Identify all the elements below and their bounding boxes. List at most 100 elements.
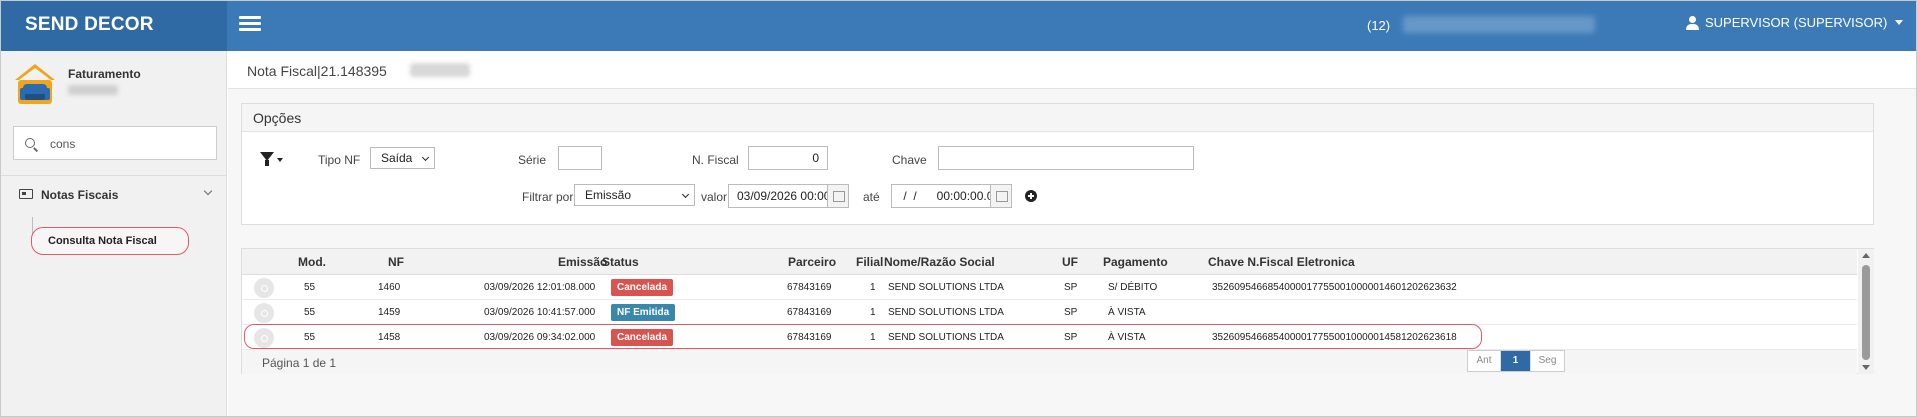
caret-down-icon[interactable]: [277, 158, 283, 162]
app-window: SEND DECOR (12) SUPERVISOR (SUPERVISOR) …: [0, 0, 1917, 417]
cell-nf: 1460: [378, 282, 401, 293]
col-header-nome[interactable]: Nome/Razão Social: [884, 255, 995, 269]
sidebar-item-consulta-nota-fiscal[interactable]: Consulta Nota Fiscal: [31, 227, 189, 255]
cell-uf: SP: [1064, 307, 1078, 318]
cell-pagamento: À VISTA: [1108, 307, 1146, 318]
id-card-icon: [19, 189, 33, 199]
cell-mod: 55: [304, 307, 316, 318]
filtrar-por-label: Filtrar por: [522, 190, 574, 204]
cell-mod: 55: [304, 332, 316, 343]
calendar-icon[interactable]: [990, 184, 1012, 208]
brand-logo[interactable]: SEND DECOR: [1, 1, 227, 51]
cell-parceiro: 67843169: [787, 282, 832, 293]
cell-parceiro: 67843169: [787, 332, 832, 343]
cell-nome: SEND SOLUTIONS LTDA: [888, 307, 1004, 318]
hamburger-menu-icon[interactable]: [239, 16, 261, 32]
tipo-nf-select[interactable]: Saída: [370, 147, 435, 169]
cell-emissao: 03/09/2026 10:41:57.000: [484, 307, 596, 318]
cell-uf: SP: [1064, 332, 1078, 343]
status-badge: NF Emitida: [611, 304, 676, 321]
main-content: Nota Fiscal|21.148395 Opções Tipo NF Saí…: [228, 51, 1916, 416]
sidebar: Faturamento Notas Fiscais Consulta Nota …: [1, 51, 227, 416]
menu-search-input[interactable]: [50, 135, 210, 153]
cell-pagamento: S/ DÉBITO: [1108, 282, 1158, 293]
tipo-nf-label: Tipo NF: [318, 153, 361, 167]
sidebar-group-label: Notas Fiscais: [41, 188, 119, 202]
pagination: Ant 1 Seg: [1467, 350, 1565, 372]
scroll-up-icon[interactable]: [1862, 253, 1870, 258]
grid-footer: Página 1 de 1: [242, 350, 1857, 374]
valor-date-input[interactable]: 03/09/2026 00:00:00: [728, 184, 828, 208]
breadcrumb-bar: Nota Fiscal|21.148395: [228, 51, 1916, 89]
page-indicator: Página 1 de 1: [262, 356, 337, 370]
chevron-down-icon: [421, 153, 430, 162]
col-header-emissao[interactable]: Emissão: [558, 255, 607, 269]
view-icon[interactable]: [254, 278, 274, 298]
ate-date-input[interactable]: / / 00:00:00.000: [891, 184, 991, 208]
col-header-parceiro[interactable]: Parceiro: [788, 255, 836, 269]
table-row[interactable]: 55 1458 03/09/2026 09:34:02.000 Cancelad…: [242, 325, 1857, 350]
pager-page-button[interactable]: 1: [1501, 351, 1531, 371]
top-bar: SEND DECOR (12) SUPERVISOR (SUPERVISOR): [1, 1, 1916, 51]
scroll-down-icon[interactable]: [1862, 365, 1870, 370]
options-header: Opções: [242, 104, 1873, 132]
cell-parceiro: 67843169: [787, 307, 832, 318]
sidebar-group-notas-fiscais[interactable]: Notas Fiscais: [1, 176, 227, 209]
filtrar-por-select[interactable]: Emissão: [574, 184, 695, 206]
user-menu[interactable]: SUPERVISOR (SUPERVISOR): [1685, 15, 1904, 30]
col-header-chave[interactable]: Chave N.Fiscal Eletronica: [1208, 255, 1355, 269]
nfiscal-input[interactable]: 0: [748, 146, 828, 170]
status-badge: Cancelada: [611, 279, 674, 296]
breadcrumb-redacted: [410, 63, 470, 77]
caret-down-icon: [1895, 20, 1904, 25]
options-panel: Opções Tipo NF Saída Série N. Fiscal 0 C…: [241, 103, 1874, 225]
vertical-scrollbar[interactable]: [1858, 249, 1874, 374]
sidebar-item-label: Consulta Nota Fiscal: [48, 235, 157, 247]
col-header-uf[interactable]: UF: [1062, 255, 1078, 269]
col-header-nf[interactable]: NF: [388, 255, 404, 269]
cell-filial: 1: [870, 282, 876, 293]
cell-nf: 1459: [378, 307, 401, 318]
calendar-icon[interactable]: [827, 184, 849, 208]
view-icon[interactable]: [254, 328, 274, 348]
col-header-status[interactable]: Status: [602, 255, 639, 269]
table-row[interactable]: 55 1460 03/09/2026 12:01:08.000 Cancelad…: [242, 275, 1857, 300]
chave-input[interactable]: [938, 146, 1194, 170]
pager-prev-button[interactable]: Ant: [1468, 351, 1501, 371]
user-label: SUPERVISOR (SUPERVISOR): [1705, 15, 1888, 30]
nfiscal-label: N. Fiscal: [692, 153, 739, 167]
options-title: Opções: [253, 110, 302, 126]
search-icon: [25, 138, 35, 148]
scroll-thumb[interactable]: [1862, 265, 1870, 360]
notification-counter[interactable]: (12): [1367, 18, 1390, 33]
cell-filial: 1: [870, 307, 876, 318]
tipo-nf-value: Saída: [381, 151, 413, 165]
cell-emissao: 03/09/2026 09:34:02.000: [484, 332, 596, 343]
cell-nf: 1458: [378, 332, 401, 343]
cell-emissao: 03/09/2026 12:01:08.000: [484, 282, 596, 293]
filter-icon[interactable]: [260, 152, 274, 166]
cell-uf: SP: [1064, 282, 1078, 293]
filtrar-por-value: Emissão: [585, 188, 632, 202]
grid-header: Mod. NF Emissão Status Parceiro Filial N…: [242, 249, 1857, 275]
col-header-pagamento[interactable]: Pagamento: [1103, 255, 1168, 269]
menu-search[interactable]: [13, 126, 217, 160]
cell-chave: 3526095466854000017755001000001458120262…: [1212, 332, 1457, 343]
serie-input[interactable]: [558, 146, 602, 170]
module-logo-icon: [15, 64, 55, 104]
pager-next-button[interactable]: Seg: [1531, 351, 1564, 371]
cell-filial: 1: [870, 332, 876, 343]
col-header-mod[interactable]: Mod.: [298, 255, 326, 269]
company-name-redacted: [1403, 16, 1595, 33]
col-header-filial[interactable]: Filial: [856, 255, 883, 269]
view-icon[interactable]: [254, 303, 274, 323]
table-row[interactable]: 55 1459 03/09/2026 10:41:57.000 NF Emiti…: [242, 300, 1857, 325]
ate-label: até: [863, 190, 880, 204]
breadcrumb: Nota Fiscal|21.148395: [247, 63, 387, 79]
cell-mod: 55: [304, 282, 316, 293]
add-filter-icon[interactable]: [1025, 190, 1037, 202]
cell-nome: SEND SOLUTIONS LTDA: [888, 282, 1004, 293]
cell-pagamento: À VISTA: [1108, 332, 1146, 343]
user-icon: [1685, 15, 1699, 30]
cell-nome: SEND SOLUTIONS LTDA: [888, 332, 1004, 343]
